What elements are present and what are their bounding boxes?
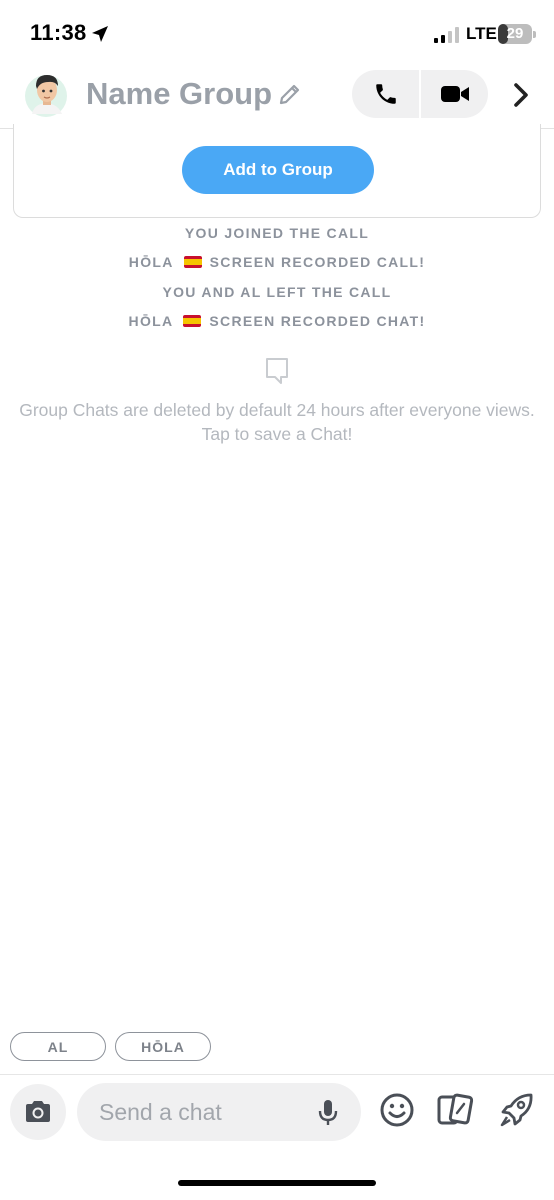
cards-icon[interactable] [436,1091,474,1129]
chat-bubble-icon [266,358,288,384]
status-bar: 11:38 LTE 29 [0,0,554,66]
system-message-user: HŌLA [128,254,174,271]
system-messages: YOU JOINED THE CALL HŌLA SCREEN RECORDED… [0,218,554,336]
add-to-group-button[interactable]: Add to Group [182,146,374,194]
emoji-icon[interactable] [378,1091,416,1129]
chat-composer [0,1074,554,1154]
system-message-user: HŌLA [128,313,174,330]
camera-icon [26,1101,50,1122]
chat-header: Name Group [0,66,554,129]
call-actions [352,70,488,118]
location-arrow-icon [92,26,108,42]
battery-level: 29 [506,25,524,42]
rocket-icon[interactable] [498,1091,536,1129]
info-line-2: Tap to save a Chat! [201,424,353,444]
battery-icon: 29 [498,24,532,44]
system-message: HŌLA SCREEN RECORDED CALL! [0,248,554,278]
system-message-text: SCREEN RECORDED CALL! [209,254,426,271]
battery-nub [533,31,536,38]
mic-icon[interactable] [317,1099,339,1127]
chat-input[interactable] [99,1083,319,1141]
phone-icon [375,84,396,104]
system-message: YOU JOINED THE CALL [0,218,554,248]
camera-button[interactable] [10,1084,66,1140]
spain-flag-icon [183,315,202,328]
status-time: 11:38 [30,20,87,45]
group-name[interactable]: Name Group [86,76,272,112]
home-indicator[interactable] [178,1180,376,1186]
voice-call-button[interactable] [352,70,419,118]
info-line-1: Group Chats are deleted by default 24 ho… [19,400,535,420]
system-message-text: SCREEN RECORDED CHAT! [209,313,426,330]
signal-icon [434,27,459,43]
network-type: LTE [466,24,497,43]
chat-input-container [77,1083,361,1141]
video-call-button[interactable] [421,70,488,118]
add-to-group-card: Add to Group [13,124,541,218]
member-chip-hola[interactable]: HŌLA [115,1032,211,1061]
spain-flag-icon [183,256,202,269]
system-message: YOU AND AL LEFT THE CALL [0,277,554,307]
system-message-text: YOU AND AL LEFT THE CALL [162,283,392,300]
video-icon [440,86,469,102]
chat-retention-info[interactable]: Group Chats are deleted by default 24 ho… [0,398,554,446]
member-chip-al[interactable]: AL [10,1032,106,1061]
system-message: HŌLA SCREEN RECORDED CHAT! [0,307,554,337]
system-message-text: YOU JOINED THE CALL [184,224,370,241]
chevron-right-icon[interactable] [508,80,534,110]
pencil-icon[interactable] [276,82,302,108]
avatar[interactable] [24,70,72,118]
